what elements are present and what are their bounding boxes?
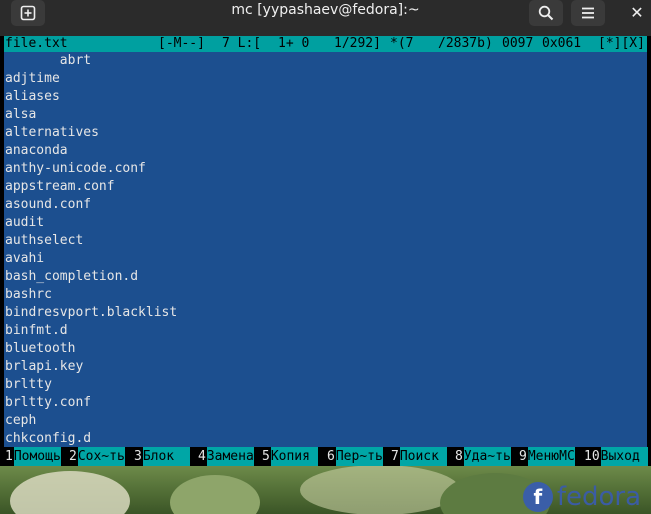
fkey-label: МенюMC xyxy=(527,447,575,466)
fkey-number: 6 xyxy=(326,447,336,466)
editor-line: adjtime xyxy=(5,71,60,86)
fkey-label: Замена xyxy=(206,447,254,466)
fkey-number: 8 xyxy=(454,447,464,466)
editor-line: asound.conf xyxy=(5,197,92,212)
fkey-label: Помощь xyxy=(13,447,61,466)
editor-line: bashrc xyxy=(5,287,52,302)
editor-line: brlapi.key xyxy=(5,359,84,374)
status-filename: file.txt xyxy=(5,36,68,51)
terminal-window: mc [yypashaev@fedora]:~ ✕ file.txt [-M--… xyxy=(0,0,651,466)
fkey-number: 1 xyxy=(4,447,14,466)
editor-line: abrt xyxy=(5,53,92,68)
status-column: 7 L:[ xyxy=(222,36,262,51)
fkey-number: 5 xyxy=(261,447,271,466)
editor-line: bash_completion.d xyxy=(5,269,139,284)
editor-line: aliases xyxy=(5,89,60,104)
editor-line: avahi xyxy=(5,251,45,266)
close-button[interactable]: ✕ xyxy=(624,0,650,26)
fkey-5[interactable]: 5 Копия xyxy=(261,447,318,466)
status-char-code-hex: 0x061 xyxy=(542,36,582,51)
fkey-number: 3 xyxy=(133,447,143,466)
fkey-2[interactable]: 2 Сох~ть xyxy=(68,447,125,466)
editor-line: authselect xyxy=(5,233,84,248)
function-key-bar: 1 Помощь 2 Сох~ть 3 Блок 4 Замена 5 Копия 6 Пер~т… xyxy=(4,447,648,466)
fkey-label: Поиск xyxy=(399,447,447,466)
mcedit-editor[interactable]: file.txt [-M--] 7 L:[ 1+ 0 1/292] *(7 /2… xyxy=(4,36,648,466)
hamburger-menu-icon xyxy=(582,7,594,19)
editor-line: alternatives xyxy=(5,125,99,140)
fkey-label: Блок xyxy=(142,447,190,466)
fkey-number: 10 xyxy=(583,447,601,466)
status-bytes: /2837b) xyxy=(438,36,493,51)
editor-line: brltty xyxy=(5,377,52,392)
fkey-label: Сох~ть xyxy=(77,447,125,466)
close-icon: ✕ xyxy=(630,3,644,22)
editor-line: bindresvport.blacklist xyxy=(5,305,178,320)
fkey-1[interactable]: 1 Помощь xyxy=(4,447,61,466)
fkey-label: Пер~ть xyxy=(335,447,383,466)
fkey-7[interactable]: 7 Поиск xyxy=(390,447,447,466)
fkey-4[interactable]: 4 Замена xyxy=(197,447,254,466)
editor-line: alsa xyxy=(5,107,37,122)
fkey-6[interactable]: 6 Пер~ть xyxy=(326,447,383,466)
editor-line: appstream.conf xyxy=(5,179,115,194)
wallpaper-shape xyxy=(300,465,460,514)
fkey-number: 7 xyxy=(390,447,400,466)
status-position: 1+ 0 xyxy=(278,36,310,51)
fkey-label: Копия xyxy=(270,447,318,466)
fedora-logo-word: fedora xyxy=(556,482,641,512)
fkey-label: Выход xyxy=(600,447,648,466)
editor-line: anthy-unicode.conf xyxy=(5,161,146,176)
wallpaper-shape xyxy=(10,471,130,514)
fkey-number: 9 xyxy=(518,447,528,466)
fkey-label: Уда~ть xyxy=(463,447,511,466)
editor-line: bluetooth xyxy=(5,341,76,356)
editor-text-area[interactable]: abrt adjtime aliases alsa alternatives anacon… xyxy=(4,52,647,448)
fkey-10[interactable]: 10 Выход xyxy=(583,447,648,466)
fkey-number: 4 xyxy=(197,447,207,466)
search-icon xyxy=(538,5,554,21)
editor-line: audit xyxy=(5,215,45,230)
status-char-code-dec: 0097 xyxy=(502,36,534,51)
status-line-count: 1/292] xyxy=(334,36,381,51)
status-flags: [*][X] xyxy=(598,36,645,51)
fkey-number: 2 xyxy=(68,447,78,466)
status-chars: *(7 xyxy=(390,36,414,51)
fkey-3[interactable]: 3 Блок xyxy=(133,447,190,466)
editor-line: ceph xyxy=(5,413,37,428)
fkey-8[interactable]: 8 Уда~ть xyxy=(454,447,511,466)
editor-line: brltty.conf xyxy=(5,395,92,410)
desktop-wallpaper: f fedora xyxy=(0,465,651,514)
window-titlebar: mc [yypashaev@fedora]:~ ✕ xyxy=(0,0,651,36)
fedora-logo-mark: f xyxy=(522,482,553,512)
fkey-9[interactable]: 9 МенюMC xyxy=(518,447,575,466)
fedora-logo: f fedora xyxy=(522,482,641,512)
menu-button[interactable] xyxy=(571,0,605,26)
editor-status-line: file.txt [-M--] 7 L:[ 1+ 0 1/292] *(7 /2… xyxy=(4,36,647,52)
search-button[interactable] xyxy=(529,0,563,26)
status-mode: [-M--] xyxy=(158,36,205,51)
editor-line: binfmt.d xyxy=(5,323,68,338)
editor-line: chkconfig.d xyxy=(5,431,92,446)
editor-line: anaconda xyxy=(5,143,68,158)
wallpaper-shape xyxy=(170,475,260,514)
